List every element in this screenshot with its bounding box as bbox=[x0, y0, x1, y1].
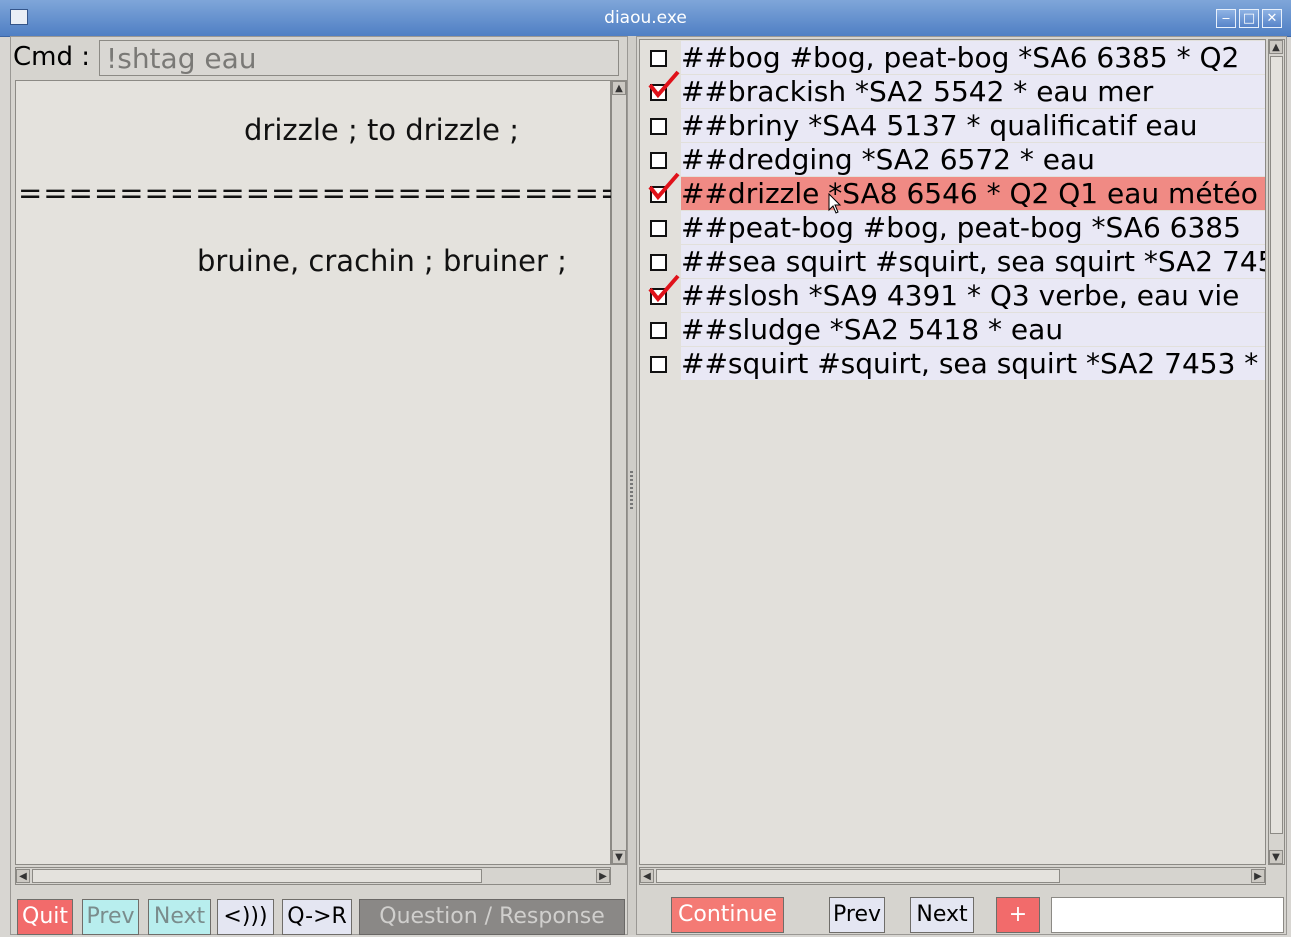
translation-display: drizzle ; to drizzle ; =================… bbox=[15, 80, 649, 865]
next-button[interactable]: Next bbox=[910, 897, 974, 933]
list-item-label: ##slosh *SA9 4391 * Q3 verbe, eau vie bbox=[681, 279, 1265, 312]
splitter-grip-icon[interactable] bbox=[630, 471, 633, 511]
cmd-input[interactable]: !shtag eau bbox=[99, 40, 619, 76]
list-item[interactable]: ##bog #bog, peat-bog *SA6 6385 * Q2 bbox=[640, 41, 1265, 74]
list-item-label: ##sludge *SA2 5418 * eau bbox=[681, 313, 1265, 346]
checkbox[interactable] bbox=[650, 220, 667, 237]
separator-line: ========================= bbox=[18, 176, 651, 210]
scroll-left-icon[interactable]: ◀ bbox=[16, 869, 30, 883]
scroll-right-icon[interactable]: ▶ bbox=[1251, 869, 1265, 883]
scroll-thumb[interactable] bbox=[656, 869, 1060, 883]
list-item-label: ##dredging *SA2 6572 * eau bbox=[681, 143, 1265, 176]
list-item[interactable]: ##squirt #squirt, sea squirt *SA2 7453 * bbox=[640, 347, 1265, 380]
left-button-bar: Quit Prev Next <))) Q->R Question / Resp… bbox=[11, 899, 627, 935]
left-pane: Cmd : !shtag eau drizzle ; to drizzle ; … bbox=[10, 36, 649, 935]
checkmark-icon bbox=[648, 70, 680, 99]
checkbox[interactable] bbox=[650, 322, 667, 339]
scroll-thumb[interactable] bbox=[1270, 56, 1283, 834]
window-title: diaou.exe bbox=[604, 8, 687, 28]
scroll-down-icon[interactable]: ▼ bbox=[612, 850, 626, 864]
q-to-r-button[interactable]: Q->R bbox=[282, 899, 352, 935]
continue-button[interactable]: Continue bbox=[671, 897, 784, 933]
quit-button[interactable]: Quit bbox=[17, 899, 73, 935]
right-pane: ##bog #bog, peat-bog *SA6 6385 * Q2 ##bra… bbox=[636, 36, 1287, 935]
list-item-label: ##sea squirt #squirt, sea squirt *SA2 74… bbox=[681, 245, 1266, 278]
checkmark-icon bbox=[648, 172, 680, 201]
add-button[interactable]: + bbox=[996, 897, 1040, 933]
minimize-icon[interactable]: ‒ bbox=[1216, 9, 1236, 28]
list-item[interactable]: ##slosh *SA9 4391 * Q3 verbe, eau vie bbox=[640, 274, 1265, 312]
question-response-button[interactable]: Question / Response bbox=[359, 899, 625, 935]
response-line: bruine, crachin ; bruiner ; bbox=[197, 244, 567, 278]
pane-splitter[interactable] bbox=[628, 36, 636, 935]
checkbox[interactable] bbox=[650, 254, 667, 271]
right-horizontal-scrollbar[interactable]: ◀ ▶ bbox=[639, 867, 1266, 885]
checkbox[interactable] bbox=[650, 50, 667, 67]
list-item-label: ##drizzle *SA8 6546 * Q2 Q1 eau météo bbox=[681, 177, 1265, 210]
audio-button[interactable]: <))) bbox=[217, 899, 274, 935]
list-item[interactable]: ##dredging *SA2 6572 * eau bbox=[640, 143, 1265, 176]
list-item-label: ##briny *SA4 5137 * qualificatif eau bbox=[681, 109, 1265, 142]
list-item[interactable]: ##briny *SA4 5137 * qualificatif eau bbox=[640, 109, 1265, 142]
prev-button[interactable]: Prev bbox=[829, 897, 885, 933]
list-item[interactable]: ##sludge *SA2 5418 * eau bbox=[640, 313, 1265, 346]
mouse-pointer-icon bbox=[828, 193, 842, 214]
scroll-up-icon[interactable]: ▲ bbox=[1269, 40, 1283, 54]
list-item-label: ##squirt #squirt, sea squirt *SA2 7453 * bbox=[681, 347, 1265, 380]
list-item-label: ##peat-bog #bog, peat-bog *SA6 6385 bbox=[681, 211, 1265, 244]
list-item[interactable]: ##brackish *SA2 5542 * eau mer bbox=[640, 70, 1265, 108]
next-button[interactable]: Next bbox=[148, 899, 211, 935]
list-item[interactable]: ##drizzle *SA8 6546 * Q2 Q1 eau météo bbox=[640, 172, 1265, 210]
scroll-thumb[interactable] bbox=[32, 869, 482, 883]
prev-button[interactable]: Prev bbox=[82, 899, 139, 935]
add-tag-input[interactable] bbox=[1051, 897, 1284, 933]
left-horizontal-scrollbar[interactable]: ◀ ▶ bbox=[15, 867, 611, 885]
checkbox[interactable] bbox=[650, 152, 667, 169]
maximize-icon[interactable]: □ bbox=[1239, 9, 1259, 28]
scroll-down-icon[interactable]: ▼ bbox=[1269, 850, 1283, 864]
checkmark-icon bbox=[648, 274, 680, 303]
scroll-up-icon[interactable]: ▲ bbox=[612, 81, 626, 95]
checkbox[interactable] bbox=[650, 118, 667, 135]
scroll-right-icon[interactable]: ▶ bbox=[596, 869, 610, 883]
list-item-label: ##brackish *SA2 5542 * eau mer bbox=[681, 75, 1265, 108]
cmd-label: Cmd : bbox=[13, 42, 91, 72]
checkbox[interactable] bbox=[650, 356, 667, 373]
question-line: drizzle ; to drizzle ; bbox=[244, 113, 519, 147]
left-vertical-scrollbar[interactable]: ▲ ▼ bbox=[611, 80, 627, 865]
title-bar: diaou.exe ‒ □ ✕ bbox=[0, 0, 1291, 37]
right-vertical-scrollbar[interactable]: ▲ ▼ bbox=[1268, 39, 1285, 865]
close-icon[interactable]: ✕ bbox=[1262, 9, 1282, 28]
list-item[interactable]: ##peat-bog #bog, peat-bog *SA6 6385 bbox=[640, 211, 1265, 244]
tag-list[interactable]: ##bog #bog, peat-bog *SA6 6385 * Q2 ##bra… bbox=[639, 39, 1266, 865]
list-item-label: ##bog #bog, peat-bog *SA6 6385 * Q2 bbox=[681, 41, 1265, 74]
scroll-left-icon[interactable]: ◀ bbox=[640, 869, 654, 883]
list-item[interactable]: ##sea squirt #squirt, sea squirt *SA2 74… bbox=[640, 245, 1266, 278]
